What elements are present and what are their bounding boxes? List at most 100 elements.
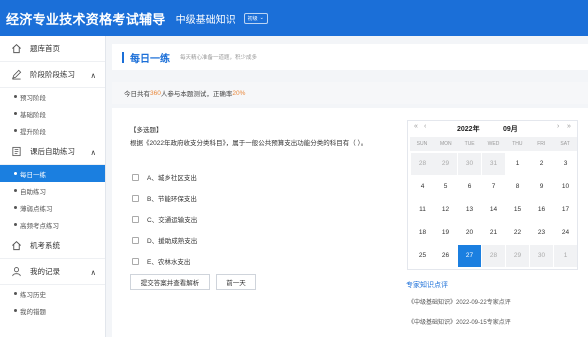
option-label: B、节能环保支出 [147,196,197,203]
option-checkbox[interactable] [132,194,139,202]
sidebar-item-daily-practice[interactable]: 每日一练 [0,165,105,182]
option-checkbox[interactable] [132,173,139,181]
weekday-label: MON [439,141,452,147]
calendar-day[interactable]: 3 [554,153,577,175]
sidebar-group-label: 阶段阶段练习 [30,70,75,79]
sidebar-item-self-practice[interactable]: 自助练习 [0,182,105,199]
calendar-year[interactable]: 2022年 [457,124,480,134]
calendar-day[interactable]: 5 [434,176,457,198]
sidebar-item-exam-system[interactable]: 机考系统 [0,233,105,259]
calendar-day[interactable]: 4 [411,176,434,198]
calendar-day[interactable]: 17 [554,199,577,221]
calendar-day[interactable]: 9 [530,176,553,198]
sidebar-item-basic-stage[interactable]: 基础阶段 [0,105,105,122]
option-checkbox[interactable] [132,215,139,223]
submit-answer-button[interactable]: 提交答案并查看解析 [130,274,210,290]
calendar-day[interactable]: 30 [530,245,553,267]
calendar-day-today[interactable]: 27 [458,245,481,267]
weekday-label: TUE [464,141,475,147]
level-dropdown[interactable]: 初级 ⌄ [243,12,268,24]
sidebar-item-wrong-questions[interactable]: 我的错题 [0,302,105,319]
calendar-day[interactable]: 31 [482,153,505,175]
book-icon [10,146,22,158]
calendar-day[interactable]: 23 [530,222,553,244]
calendar-day[interactable]: 1 [554,245,577,267]
option-c[interactable]: C、交通运输支出 [132,214,197,224]
sidebar-item-weak-points[interactable]: 薄弱点练习 [0,199,105,216]
weekday-row: SUN MON TUE WED THU FRI SAT [410,137,577,151]
level-label: 初级 [247,15,258,22]
question-text: 根据《2022年政府收支分类科目》，属于一般公共预算支出功能分类的科目有（ ）。 [130,140,368,147]
option-label: C、交通运输支出 [147,217,198,224]
calendar-day[interactable]: 13 [458,199,481,221]
option-checkbox[interactable] [132,236,139,244]
calendar-header: « ‹ 2022年 09月 › » [408,121,577,135]
calendar-day[interactable]: 8 [506,176,529,198]
next-year-icon[interactable]: » [567,123,571,130]
calendar-day[interactable]: 15 [506,199,529,221]
option-a[interactable]: A、城乡社区支出 [132,172,197,182]
sidebar-item-home[interactable]: 题库首页 [0,36,105,62]
expert-review-link[interactable]: 《中级基础知识》2022-09-15专家点评 [408,317,511,326]
option-label: E、农林水支出 [147,259,191,266]
sidebar: 题库首页 阶段阶段练习 ∧ 预习阶段 基础阶段 提升阶段 课后自助练习 ∧ 每日… [0,36,106,337]
weekday-label: SAT [560,141,570,147]
expert-review-title[interactable]: 专家知识点评 [406,280,448,290]
calendar-day[interactable]: 28 [411,153,434,175]
sidebar-item-frequent-points[interactable]: 高频考点练习 [0,216,105,233]
calendar-month[interactable]: 09月 [503,124,518,134]
weekday-label: FRI [537,141,546,147]
title-accent-bar [122,51,124,63]
option-b[interactable]: B、节能环保支出 [132,193,197,203]
option-checkbox[interactable] [132,257,139,265]
calendar-day[interactable]: 29 [506,245,529,267]
calendar-day[interactable]: 6 [458,176,481,198]
course-title: 中级基础知识 [175,14,236,26]
next-month-icon[interactable]: › [557,123,559,130]
sidebar-group-self-practice[interactable]: 课后自助练习 ∧ [0,139,105,165]
app-title: 经济专业技术资格考试辅导 [6,11,166,27]
calendar-day[interactable]: 25 [411,245,434,267]
sidebar-item-practice-history[interactable]: 练习历史 [0,285,105,302]
calendar-day[interactable]: 12 [434,199,457,221]
sidebar-group-my-records[interactable]: 我的记录 ∧ [0,259,105,285]
calendar-day[interactable]: 14 [482,199,505,221]
calendar-day[interactable]: 26 [434,245,457,267]
sidebar-group-stage-practice[interactable]: 阶段阶段练习 ∧ [0,62,105,88]
question-panel: 【多选题】 根据《2022年政府收支分类科目》，属于一般公共预算支出功能分类的科… [112,108,588,337]
weekday-label: THU [512,141,523,147]
option-d[interactable]: D、援助成熟支出 [132,235,197,245]
participation-stats: 今日共有 360 人参与本题测试，正确率 20% [112,82,588,104]
calendar-day[interactable]: 20 [458,222,481,244]
calendar-day[interactable]: 28 [482,245,505,267]
calendar-day[interactable]: 21 [482,222,505,244]
calendar-day[interactable]: 30 [458,153,481,175]
option-e[interactable]: E、农林水支出 [132,256,190,266]
participant-count: 360 [150,89,161,97]
page-header: 每日一练 每天精心准备一道题，积少成多 [112,44,588,70]
calendar-day[interactable]: 22 [506,222,529,244]
prev-year-icon[interactable]: « [414,123,418,130]
calendar-day[interactable]: 2 [530,153,553,175]
calendar-day[interactable]: 10 [554,176,577,198]
calendar-day[interactable]: 19 [434,222,457,244]
calendar-day[interactable]: 11 [411,199,434,221]
pen-icon [10,69,22,81]
chevron-down-icon: ⌄ [259,15,264,21]
sidebar-group-label: 课后自助练习 [30,147,75,156]
calendar-day[interactable]: 1 [506,153,529,175]
calendar: « ‹ 2022年 09月 › » SUN MON TUE WED THU FR… [407,120,578,270]
expert-review-link[interactable]: 《中级基础知识》2022-09-22专家点评 [408,297,511,306]
sidebar-item-advanced-stage[interactable]: 提升阶段 [0,122,105,139]
calendar-day[interactable]: 18 [411,222,434,244]
previous-day-button[interactable]: 前一天 [216,274,256,290]
calendar-day[interactable]: 16 [530,199,553,221]
stats-mid: 人参与本题测试，正确率 [160,91,233,98]
prev-month-icon[interactable]: ‹ [424,123,426,130]
calendar-day[interactable]: 7 [482,176,505,198]
calendar-day[interactable]: 24 [554,222,577,244]
weekday-label: SUN [416,141,428,147]
calendar-day[interactable]: 29 [434,153,457,175]
option-label: D、援助成熟支出 [147,238,198,245]
sidebar-item-preview-stage[interactable]: 预习阶段 [0,88,105,105]
